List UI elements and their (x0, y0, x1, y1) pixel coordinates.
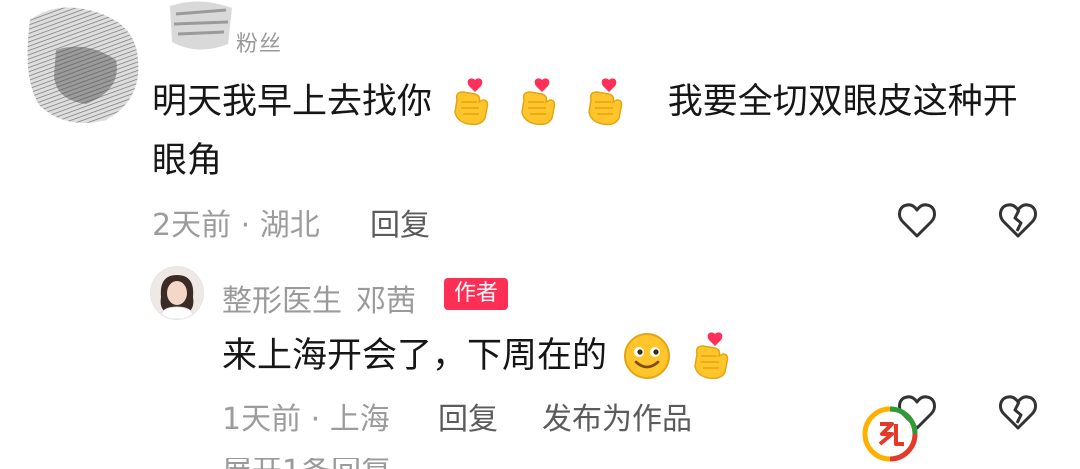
finger-heart-emoji (516, 78, 560, 126)
reply-author-title: 整形医生 (222, 284, 342, 319)
avatar[interactable] (150, 266, 204, 320)
reply-meta: 1天前 · 上海 (222, 402, 390, 437)
finger-heart-emoji (689, 332, 733, 380)
comment-text: 明天我早上去找你 我要全切双眼皮这种开眼角 (152, 72, 1052, 190)
fan-tag: 粉丝 (236, 32, 283, 57)
reply-author-name: 整形医生 邓茜 (222, 276, 416, 320)
finger-heart-emoji (583, 78, 627, 126)
finger-heart-emoji (449, 78, 493, 126)
comment-meta: 2天前 · 湖北 (152, 208, 320, 243)
comment-text-part1: 明天我早上去找你 (152, 82, 433, 122)
smile-emoji (622, 331, 672, 381)
reply-text: 来上海开会了，下周在的 (222, 326, 739, 385)
reply-text-body: 来上海开会了，下周在的 (222, 336, 608, 376)
like-heart-icon[interactable] (895, 198, 939, 242)
reply-author-surname: 邓茜 (356, 284, 416, 319)
dislike-broken-heart-icon[interactable] (996, 198, 1040, 242)
next-item-clipped: 展开1条回复 (222, 458, 391, 469)
reply-button[interactable]: 回复 (370, 200, 430, 244)
author-badge: 作者 (444, 278, 509, 310)
redacted-username-scribble (170, 0, 232, 52)
redacted-avatar-scribble (26, 0, 144, 128)
reply-button[interactable]: 回复 (438, 394, 498, 438)
watermark-logo (862, 406, 918, 462)
publish-as-work-button[interactable]: 发布为作品 (542, 394, 692, 438)
dislike-broken-heart-icon[interactable] (996, 390, 1040, 434)
